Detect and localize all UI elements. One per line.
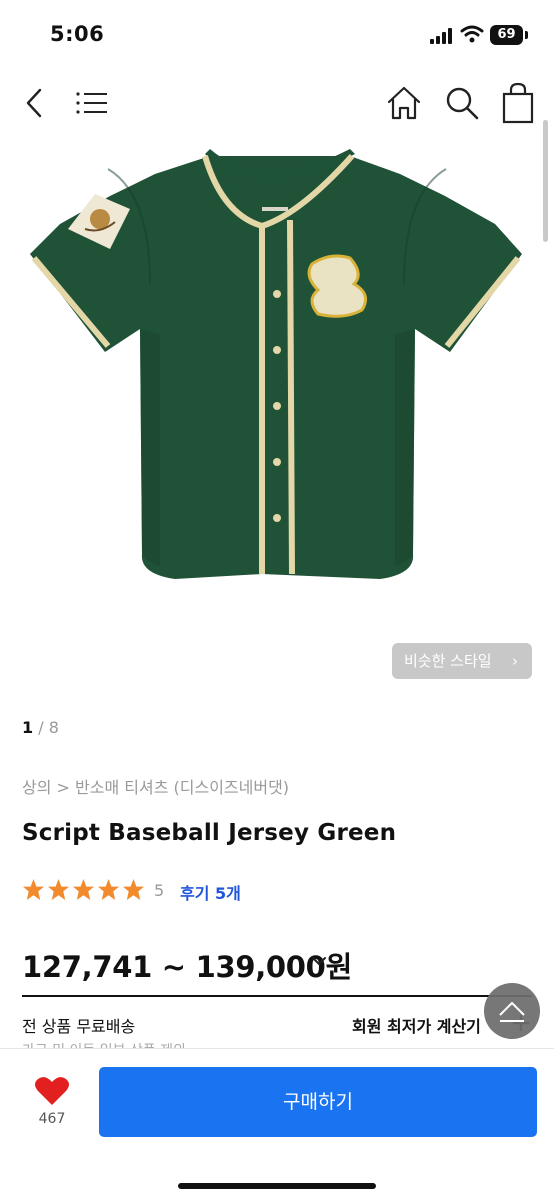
status-time: 5:06 bbox=[50, 22, 105, 46]
signal-icon bbox=[430, 28, 452, 44]
similar-style-label: 비슷한 스타일 bbox=[404, 652, 492, 670]
wifi-icon bbox=[460, 25, 484, 43]
shipping-label: 전 상품 무료배송 bbox=[22, 1017, 136, 1036]
star-rating bbox=[22, 878, 150, 904]
home-icon[interactable] bbox=[384, 84, 424, 122]
review-link[interactable]: 후기 5개 bbox=[180, 880, 241, 904]
chevron-down-icon[interactable] bbox=[310, 954, 328, 968]
home-indicator bbox=[178, 1183, 376, 1189]
buy-button[interactable]: 구매하기 bbox=[99, 1067, 537, 1137]
rating-score: 5 bbox=[154, 881, 165, 900]
member-price-calculator[interactable]: 회원 최저가 계산기 bbox=[352, 1013, 481, 1037]
similar-style-button[interactable]: 비슷한 스타일 › bbox=[392, 643, 532, 679]
chevron-right-icon: › bbox=[512, 652, 518, 670]
star-icon bbox=[72, 878, 95, 901]
star-icon bbox=[47, 878, 70, 901]
image-counter: 1 / 8 bbox=[22, 718, 59, 737]
menu-icon[interactable] bbox=[72, 86, 112, 120]
status-bar: 5:06 69 bbox=[0, 0, 554, 66]
product-page: 5:06 69 비슷한 스타일 › 1 / 8 상의 > 반소매 티셔츠 (디스… bbox=[0, 0, 554, 1200]
divider bbox=[22, 995, 532, 997]
product-title: Script Baseball Jersey Green bbox=[22, 820, 397, 846]
image-total: / 8 bbox=[33, 718, 59, 737]
like-count: 467 bbox=[38, 1111, 66, 1127]
search-icon[interactable] bbox=[442, 84, 482, 122]
breadcrumb[interactable]: 상의 > 반소매 티셔츠 (디스이즈네버댓) bbox=[22, 774, 289, 798]
star-icon bbox=[97, 878, 120, 901]
cart-icon[interactable] bbox=[500, 82, 536, 124]
price-row[interactable]: 127,741 ~ 139,000원 bbox=[22, 944, 422, 984]
star-icon bbox=[122, 878, 145, 901]
scroll-to-top-button[interactable] bbox=[484, 983, 540, 1039]
bottom-action-bar: 467 구매하기 bbox=[0, 1048, 554, 1200]
price-range: 127,741 ~ 139,000원 bbox=[22, 950, 352, 984]
battery-level: 69 bbox=[490, 25, 523, 45]
image-index: 1 bbox=[22, 718, 34, 737]
star-icon bbox=[22, 878, 45, 901]
top-nav-bar bbox=[0, 72, 554, 134]
back-icon[interactable] bbox=[20, 84, 50, 122]
battery-icon: 69 bbox=[490, 25, 530, 45]
product-image[interactable] bbox=[0, 134, 554, 624]
heart-icon[interactable] bbox=[34, 1075, 70, 1107]
